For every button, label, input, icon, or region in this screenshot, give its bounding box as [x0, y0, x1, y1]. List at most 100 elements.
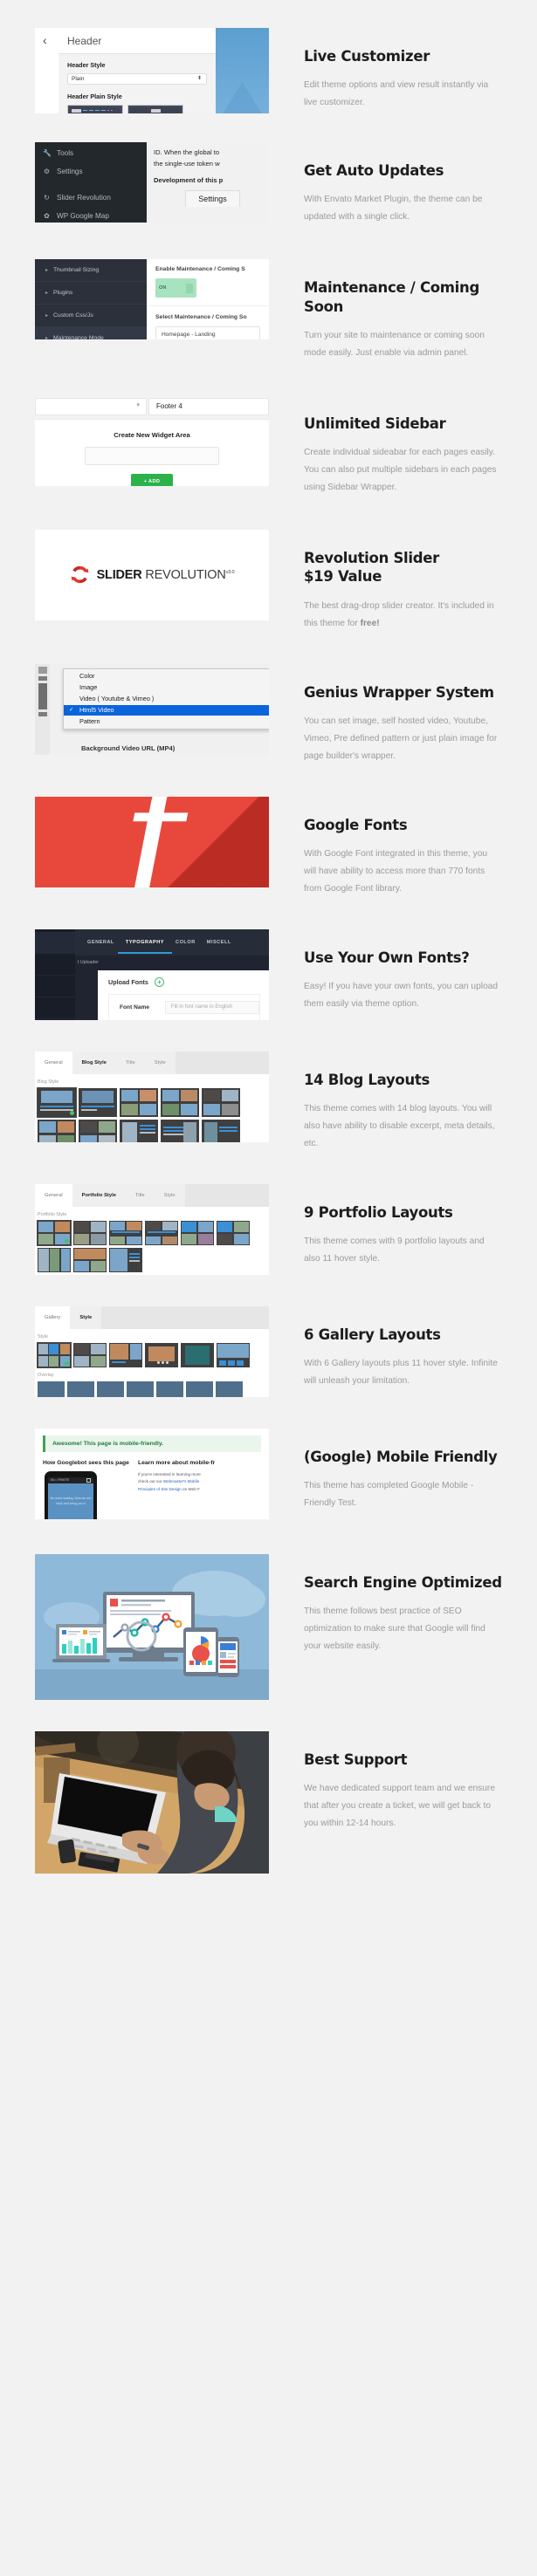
menu-item-wp-google-map[interactable]: ✿ WP Google Map [35, 207, 147, 223]
menu-option-image[interactable]: Image [64, 682, 269, 694]
nav-plugins[interactable]: Plugins [35, 282, 147, 305]
screenshot-support [35, 1730, 269, 1874]
sidebar-select[interactable] [35, 397, 147, 415]
nav-thumbnail-sizing[interactable]: Thumbnail Sizing [35, 259, 147, 283]
webmasters-mobile-link[interactable]: Webmaster's Mobile [163, 1479, 199, 1483]
screenshot-revolution-slider: SLIDER REVOLUTIONv3.0 [35, 529, 269, 620]
background-video-url-label: Background Video URL (MP4) [81, 743, 176, 752]
learn-more-column: Learn more about mobile-fr If you're int… [138, 1460, 215, 1519]
portfolio-layout-option[interactable] [73, 1220, 107, 1245]
widget-area-name-input[interactable] [85, 446, 219, 465]
upload-fonts-title: Upload Fonts [108, 977, 148, 986]
blog-layout-option[interactable] [79, 1119, 117, 1142]
add-icon[interactable]: + [154, 976, 164, 987]
tab-title[interactable]: Title [126, 1184, 155, 1207]
customizer-back-icon[interactable] [35, 28, 59, 113]
tab-blog-style[interactable]: Blog Style [72, 1051, 116, 1074]
screenshot-own-fonts: GENERAL TYPOGRAPHY COLOR MISCELL t Uploa… [35, 928, 269, 1020]
menu-item-tools[interactable]: 🔧 Tools [35, 144, 147, 162]
tab-style[interactable]: Style [70, 1305, 102, 1329]
portfolio-layout-option[interactable] [109, 1220, 142, 1245]
gallery-layout-option[interactable] [217, 1342, 250, 1367]
gallery-layout-option[interactable] [37, 1341, 72, 1368]
tab-style[interactable]: Style [145, 1052, 176, 1074]
menu-option-video[interactable]: Video ( Youtube & Vimeo ) [64, 694, 269, 705]
blog-layout-option[interactable] [161, 1119, 199, 1142]
feature-title: Live Customizer [304, 48, 430, 65]
copy-google-fonts: Google Fonts With Google Font integrated… [269, 797, 502, 898]
add-widget-area-button[interactable]: + ADD [131, 473, 173, 486]
principles-link[interactable]: Principles of Site Design [138, 1487, 182, 1491]
settings-tab[interactable]: Settings [185, 190, 240, 207]
feature-own-fonts: GENERAL TYPOGRAPHY COLOR MISCELL t Uploa… [0, 898, 537, 1020]
create-widget-area-title: Create New Widget Area [114, 430, 190, 439]
refresh-icon: ↻ [44, 194, 50, 202]
gallery-layout-option[interactable] [109, 1342, 142, 1367]
tab-general[interactable]: GENERAL [87, 940, 114, 945]
font-name-input[interactable]: Fill in font name in English [165, 1000, 259, 1014]
nav-maintenance-mode[interactable]: Maintenance Mode [35, 327, 147, 340]
tab-style[interactable]: Style [155, 1184, 185, 1207]
overlay-option[interactable] [186, 1380, 213, 1397]
background-type-menu[interactable]: Color Image Video ( Youtube & Vimeo ) Ht… [63, 668, 269, 730]
portfolio-layout-option[interactable] [109, 1247, 142, 1272]
blog-layout-option[interactable] [79, 1087, 117, 1117]
menu-option-html5-video[interactable]: Html5 Video [64, 704, 269, 716]
portfolio-layout-option[interactable] [37, 1219, 72, 1246]
tab-general[interactable]: General [35, 1183, 72, 1207]
menu-item-slider-revolution[interactable]: ↻ Slider Revolution [35, 188, 147, 207]
tab-typography[interactable]: TYPOGRAPHY [117, 940, 173, 954]
portfolio-layout-option[interactable] [181, 1220, 214, 1245]
feature-live-customizer: Header Header Style Plain Header Plain S… [0, 0, 537, 113]
tab-miscellaneous[interactable]: MISCELL [207, 940, 231, 945]
gallery-layout-option[interactable] [145, 1342, 178, 1367]
maintenance-toggle[interactable]: ON [155, 278, 196, 298]
tab-general[interactable]: General [35, 1051, 72, 1074]
portfolio-layout-option[interactable] [217, 1220, 250, 1245]
widget-area-header: Footer 4 [35, 395, 269, 415]
blog-layout-option[interactable] [161, 1087, 199, 1117]
tab-color[interactable]: COLOR [176, 940, 196, 945]
portfolio-layout-option[interactable] [38, 1247, 71, 1272]
tab-title[interactable]: Title [116, 1052, 145, 1074]
overlay-option[interactable] [38, 1380, 65, 1397]
overlay-option[interactable] [216, 1380, 243, 1397]
copy-blog-layouts: 14 Blog Layouts This theme comes with 14… [269, 1052, 502, 1153]
phone-preview: IN○○FINITE No more waiting. Now we are b… [45, 1470, 97, 1519]
overlay-option[interactable] [127, 1380, 154, 1397]
header-style-select[interactable]: Plain [67, 73, 207, 85]
header-style-option[interactable] [127, 105, 183, 113]
divider [147, 305, 269, 307]
copy-maintenance: Maintenance / Coming Soon Turn your site… [269, 259, 502, 362]
menu-item-settings[interactable]: ⚙ Settings [35, 162, 147, 181]
portfolio-layout-option[interactable] [145, 1220, 178, 1245]
overlay-option[interactable] [67, 1380, 94, 1397]
feature-title: Revolution Slider $19 Value [304, 549, 439, 586]
googlebot-title: How Googlebot sees this page [43, 1459, 129, 1466]
header-style-option[interactable] [67, 105, 123, 113]
blog-layout-option[interactable] [202, 1119, 240, 1142]
blog-layout-option[interactable] [37, 1086, 77, 1118]
tab-gallery[interactable]: Gallery [35, 1305, 71, 1329]
feature-body: You can set image, self hosted video, Yo… [304, 716, 498, 761]
copy-mobile-friendly: (Google) Mobile Friendly This theme has … [269, 1428, 502, 1512]
blog-layout-option[interactable] [38, 1119, 76, 1142]
overlay-option[interactable] [97, 1380, 124, 1397]
feature-body: With Envato Market Plugin, the theme can… [304, 195, 483, 223]
gallery-layout-option[interactable] [181, 1342, 214, 1367]
blog-layout-option[interactable] [120, 1119, 158, 1142]
overlay-option[interactable] [156, 1380, 183, 1397]
feature-genius-wrapper: Color Image Video ( Youtube & Vimeo ) Ht… [0, 633, 537, 765]
blog-layout-option[interactable] [120, 1087, 158, 1117]
portfolio-layout-option[interactable] [73, 1247, 107, 1272]
blog-layout-option[interactable] [202, 1087, 240, 1117]
nav-custom-css-js[interactable]: Custom Css/Js [35, 305, 147, 328]
tab-portfolio-style[interactable]: Portfolio Style [72, 1183, 126, 1207]
screenshot-sidebar: Footer 4 Create New Widget Area + ADD [35, 394, 269, 486]
screenshot-google-fonts: ƒ [35, 796, 269, 887]
menu-option-color[interactable]: Color [64, 671, 269, 682]
copy-revolution-slider: Revolution Slider $19 Value The best drag… [269, 530, 502, 633]
menu-option-pattern[interactable]: Pattern [64, 716, 269, 727]
maintenance-page-select[interactable]: Homepage - Landing [155, 326, 260, 340]
gallery-layout-option[interactable] [73, 1342, 107, 1367]
